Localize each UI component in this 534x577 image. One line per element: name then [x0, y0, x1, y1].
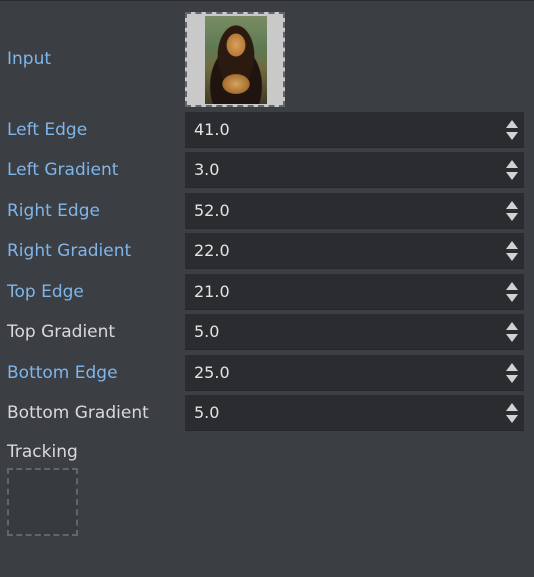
spinner-up-icon[interactable] — [506, 322, 518, 330]
bottom-edge-spinner[interactable] — [506, 362, 518, 384]
spinner-down-icon[interactable] — [506, 172, 518, 180]
right-gradient-field[interactable]: 22.0 — [185, 233, 524, 269]
left-edge-spinner[interactable] — [506, 119, 518, 141]
top-gradient-label: Top Gradient — [7, 322, 116, 342]
spinner-down-icon[interactable] — [506, 294, 518, 302]
left-gradient-spinner[interactable] — [506, 159, 518, 181]
input-thumbnail[interactable] — [185, 12, 285, 107]
left-edge-field[interactable]: 41.0 — [185, 112, 524, 148]
spinner-up-icon[interactable] — [506, 120, 518, 128]
top-edge-label[interactable]: Top Edge — [7, 282, 84, 302]
spinner-down-icon[interactable] — [506, 213, 518, 221]
tracking-label: Tracking — [7, 442, 78, 462]
input-image-preview — [205, 16, 267, 104]
spinner-down-icon[interactable] — [506, 375, 518, 383]
bottom-gradient-label: Bottom Gradient — [7, 403, 149, 423]
left-edge-value[interactable]: 41.0 — [194, 121, 230, 139]
top-gradient-value[interactable]: 5.0 — [194, 323, 219, 341]
bottom-gradient-field[interactable]: 5.0 — [185, 395, 524, 431]
spinner-up-icon[interactable] — [506, 160, 518, 168]
right-gradient-label[interactable]: Right Gradient — [7, 241, 131, 261]
spinner-down-icon[interactable] — [506, 132, 518, 140]
tracking-drop-slot[interactable] — [7, 468, 78, 536]
bottom-edge-field[interactable]: 25.0 — [185, 355, 524, 391]
bottom-edge-label[interactable]: Bottom Edge — [7, 363, 118, 383]
top-edge-field[interactable]: 21.0 — [185, 274, 524, 310]
spinner-up-icon[interactable] — [506, 201, 518, 209]
top-gradient-field[interactable]: 5.0 — [185, 314, 524, 350]
input-label[interactable]: Input — [7, 49, 51, 69]
spinner-down-icon[interactable] — [506, 415, 518, 423]
top-edge-value[interactable]: 21.0 — [194, 283, 230, 301]
spinner-up-icon[interactable] — [506, 363, 518, 371]
spinner-up-icon[interactable] — [506, 403, 518, 411]
left-gradient-label[interactable]: Left Gradient — [7, 160, 118, 180]
top-edge-spinner[interactable] — [506, 281, 518, 303]
left-gradient-field[interactable]: 3.0 — [185, 152, 524, 188]
top-gradient-spinner[interactable] — [506, 321, 518, 343]
right-edge-spinner[interactable] — [506, 200, 518, 222]
spinner-down-icon[interactable] — [506, 253, 518, 261]
right-edge-field[interactable]: 52.0 — [185, 193, 524, 229]
bottom-gradient-value[interactable]: 5.0 — [194, 404, 219, 422]
left-gradient-value[interactable]: 3.0 — [194, 161, 219, 179]
right-edge-value[interactable]: 52.0 — [194, 202, 230, 220]
spinner-down-icon[interactable] — [506, 334, 518, 342]
bottom-gradient-spinner[interactable] — [506, 402, 518, 424]
left-edge-label[interactable]: Left Edge — [7, 120, 87, 140]
spinner-up-icon[interactable] — [506, 282, 518, 290]
spinner-up-icon[interactable] — [506, 241, 518, 249]
right-gradient-spinner[interactable] — [506, 240, 518, 262]
bottom-edge-value[interactable]: 25.0 — [194, 364, 230, 382]
right-gradient-value[interactable]: 22.0 — [194, 242, 230, 260]
right-edge-label[interactable]: Right Edge — [7, 201, 100, 221]
edge-crop-panel: Input Left Edge 41.0 Left Gradient 3.0 R… — [0, 0, 534, 577]
